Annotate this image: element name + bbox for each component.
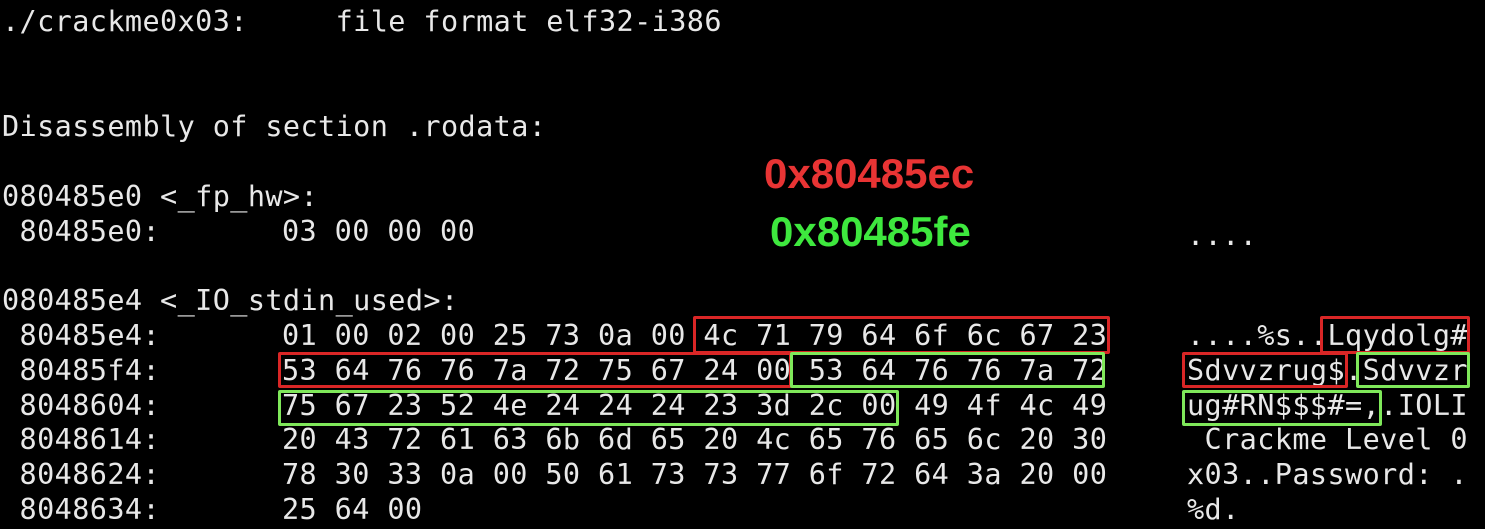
row-address: 8048614: xyxy=(2,423,161,456)
section-label-io-stdin-used: 080485e4 <_IO_stdin_used>: xyxy=(2,284,459,317)
row-ascii: .... xyxy=(1187,219,1258,252)
red-highlight-ascii-row2 xyxy=(1182,352,1348,388)
green-highlight-ascii-row3 xyxy=(1182,390,1382,426)
file-format-line: ./crackme0x03: file format elf32-i386 xyxy=(2,5,722,38)
red-address-annotation: 0x80485ec xyxy=(764,150,975,197)
row-ascii: %d. xyxy=(1187,493,1240,526)
row-hex: 20 43 72 61 63 6b 6d 65 20 4c 65 76 65 6… xyxy=(282,423,1108,456)
red-highlight-hex-row2 xyxy=(278,352,792,388)
row-hex: 03 00 00 00 xyxy=(282,215,476,248)
green-address-annotation: 0x80485fe xyxy=(770,208,971,255)
row-address: 8048624: xyxy=(2,458,161,491)
row-hex: 25 64 00 xyxy=(282,493,423,526)
red-highlight-ascii-row1 xyxy=(1320,316,1470,354)
green-highlight-hex-row3 xyxy=(278,390,899,426)
green-highlight-ascii-row2 xyxy=(1356,352,1470,388)
row-ascii: x03..Password: . xyxy=(1187,458,1468,491)
row-address: 8048634: xyxy=(2,493,161,526)
row-address: 80485e0: xyxy=(2,215,161,248)
row-hex: 78 30 33 0a 00 50 61 73 73 77 6f 72 64 3… xyxy=(282,458,1108,491)
row-address: 80485e4: xyxy=(2,319,161,352)
section-label-fp-hw: 080485e0 <_fp_hw>: xyxy=(2,180,319,213)
row-address: 8048604: xyxy=(2,389,161,422)
red-highlight-hex-row1 xyxy=(693,316,1110,354)
row-ascii: Crackme Level 0 xyxy=(1187,423,1468,456)
disassembly-heading: Disassembly of section .rodata: xyxy=(2,110,547,143)
terminal-window: ./crackme0x03: file format elf32-i386 Di… xyxy=(0,0,1485,529)
green-highlight-hex-row2 xyxy=(790,352,1105,388)
row-address: 80485f4: xyxy=(2,354,161,387)
